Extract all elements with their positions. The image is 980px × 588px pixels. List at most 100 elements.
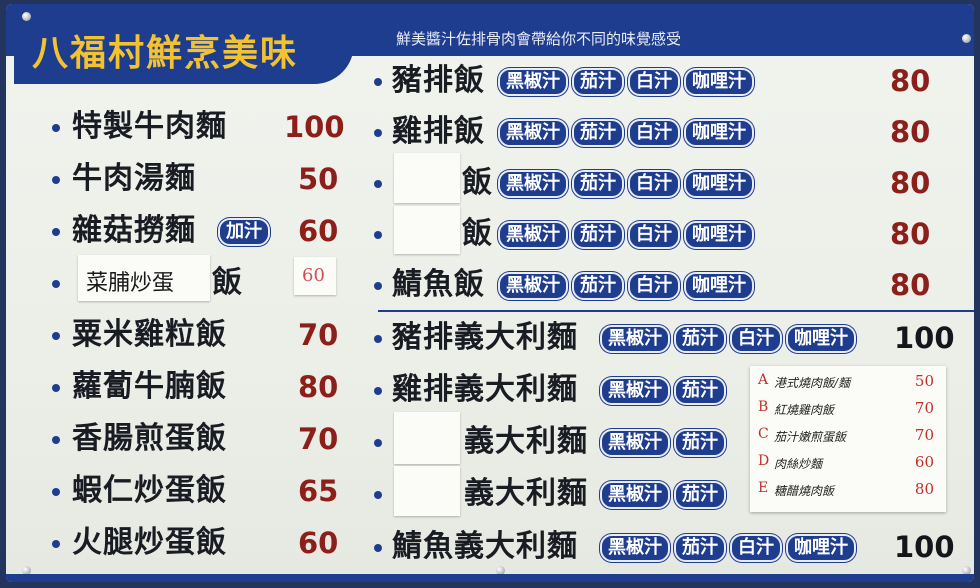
sauce-options: 黑椒汁 茄汁: [600, 481, 726, 509]
menu-item: 雞排飯 黑椒汁 茄汁 白汁 咖哩汁 80: [370, 110, 930, 154]
sauce-options: 黑椒汁 茄汁 白汁 咖哩汁: [498, 68, 754, 96]
blank-patch: [394, 206, 460, 254]
menu-item-name: 特製牛肉麵: [72, 109, 227, 144]
sauce-pill: 黑椒汁: [498, 221, 568, 249]
bullet-icon: [52, 332, 60, 340]
bullet-icon: [374, 491, 382, 499]
sauce-pill: 黑椒汁: [600, 534, 670, 562]
sauce-pill: 黑椒汁: [498, 119, 568, 147]
menu-item-name: 火腿炒蛋飯: [72, 525, 227, 560]
note-item-price: 80: [914, 480, 934, 498]
sauce-pill: 白汁: [628, 170, 680, 198]
menu-item-name: 雜菇撈麵: [72, 213, 196, 248]
bullet-icon: [52, 488, 60, 496]
note-item-price: 70: [914, 426, 934, 444]
sauce-pill: 茄汁: [674, 325, 726, 353]
menu-item: 豬排飯 黑椒汁 茄汁 白汁 咖哩汁 80: [370, 59, 930, 103]
sauce-pill: 黑椒汁: [498, 272, 568, 300]
bullet-icon: [374, 129, 382, 137]
note-item-name: 茄汁嫩煎蛋飯: [774, 430, 847, 444]
bullet-icon: [374, 387, 382, 395]
bullet-icon: [374, 231, 382, 239]
menu-item: 火腿炒蛋飯 60: [46, 521, 346, 565]
sauce-options: 黑椒汁 茄汁 白汁 咖哩汁: [498, 170, 754, 198]
sauce-pill: 茄汁: [572, 272, 624, 300]
sauce-pill: 咖哩汁: [786, 325, 856, 353]
sauce-pill: 咖哩汁: [684, 221, 754, 249]
bullet-icon: [374, 335, 382, 343]
menu-item: 特製牛肉麵 100: [46, 105, 346, 149]
sauce-pill: 茄汁: [674, 429, 726, 457]
menu-item-name-suffix: 飯: [212, 265, 243, 300]
menu-board: 八福村鮮烹美味 鮮美醬汁佐排骨肉會帶給你不同的味覺感受 特製牛肉麵 100 牛肉…: [6, 4, 974, 582]
bullet-icon: [374, 544, 382, 552]
menu-item-name: 牛肉湯麵: [72, 161, 196, 196]
menu-item: 蝦仁炒蛋飯 65: [46, 469, 346, 513]
menu-item: 飯 黑椒汁 茄汁 白汁 咖哩汁 80: [370, 206, 930, 256]
header-subtitle: 鮮美醬汁佐排骨肉會帶給你不同的味覺感受: [396, 30, 682, 48]
note-item-name: 港式燒肉飯/麵: [774, 376, 851, 390]
menu-item-price: 80: [890, 115, 931, 149]
blank-patch: [394, 153, 460, 203]
bullet-icon: [52, 384, 60, 392]
menu-item: 義大利麵 黑椒汁 茄汁: [370, 466, 750, 516]
sauce-pill: 白汁: [628, 221, 680, 249]
screw-icon: [22, 12, 31, 21]
note-letter: C: [758, 426, 769, 442]
note-item-name: 糖醋燒肉飯: [774, 484, 835, 498]
menu-item: 粟米雞粒飯 70: [46, 313, 346, 357]
bullet-icon: [52, 436, 60, 444]
menu-item-name: 香腸煎蛋飯: [72, 421, 227, 456]
bullet-icon: [374, 282, 382, 290]
menu-item-name: 鯖魚飯: [392, 267, 485, 302]
menu-item-name: 豬排飯: [392, 63, 485, 98]
sauce-pill: 白汁: [628, 68, 680, 96]
sauce-pill: 咖哩汁: [684, 272, 754, 300]
blank-patch: [394, 412, 460, 464]
sauce-pill: 黑椒汁: [600, 429, 670, 457]
note-line: E 糖醋燒肉飯 80: [758, 480, 944, 504]
menu-item: 牛肉湯麵 50: [46, 157, 346, 201]
note-line: B 紅燒雞肉飯 70: [758, 399, 944, 423]
note-item-price: 70: [914, 399, 934, 417]
bullet-icon: [374, 180, 382, 188]
screw-icon: [962, 34, 971, 43]
menu-item-price: 70: [298, 318, 339, 352]
sauce-pill: 茄汁: [674, 534, 726, 562]
sauce-pill: 黑椒汁: [498, 68, 568, 96]
menu-item-name: 鯖魚義大利麵: [392, 529, 578, 564]
sauce-pill: 茄汁: [572, 119, 624, 147]
sauce-options: 加汁: [218, 218, 270, 246]
note-item-price: 60: [914, 453, 934, 471]
sauce-pill: 白汁: [628, 272, 680, 300]
menu-item: 雞排義大利麵 黑椒汁 茄汁: [370, 368, 750, 412]
menu-item-name: 義大利麵: [464, 424, 588, 459]
menu-item: 香腸煎蛋飯 70: [46, 417, 346, 461]
sauce-pill: 黑椒汁: [600, 481, 670, 509]
sauce-options: 黑椒汁 茄汁 白汁 咖哩汁: [600, 534, 856, 562]
menu-item-price: 80: [890, 166, 931, 200]
page-title: 八福村鮮烹美味: [32, 33, 299, 74]
note-letter: E: [758, 480, 769, 496]
menu-item-price: 65: [298, 474, 339, 508]
sauce-pill: 茄汁: [674, 377, 726, 405]
menu-item-name: 蝦仁炒蛋飯: [72, 473, 227, 508]
note-line: D 肉絲炒麵 60: [758, 453, 944, 477]
sauce-pill: 黑椒汁: [498, 170, 568, 198]
bullet-icon: [374, 439, 382, 447]
handwritten-price: 60: [302, 265, 325, 286]
add-sauce-pill: 加汁: [218, 218, 270, 246]
menu-item: 鯖魚飯 黑椒汁 茄汁 白汁 咖哩汁 80: [370, 263, 930, 307]
menu-item-name: 豬排義大利麵: [392, 320, 578, 355]
menu-item-price: 100: [284, 110, 345, 144]
note-item-name: 肉絲炒麵: [774, 457, 823, 471]
blank-patch: [394, 466, 460, 516]
menu-item-price: 80: [298, 370, 339, 404]
menu-item: 菜脯炒蛋 飯 60: [46, 255, 346, 305]
sauce-options: 黑椒汁 茄汁 白汁 咖哩汁: [600, 325, 856, 353]
menu-item: 雜菇撈麵 加汁 60: [46, 209, 346, 253]
menu-item-name: 雞排飯: [392, 114, 485, 149]
sauce-pill: 茄汁: [674, 481, 726, 509]
menu-item-name: 粟米雞粒飯: [72, 317, 227, 352]
sauce-options: 黑椒汁 茄汁: [600, 429, 726, 457]
